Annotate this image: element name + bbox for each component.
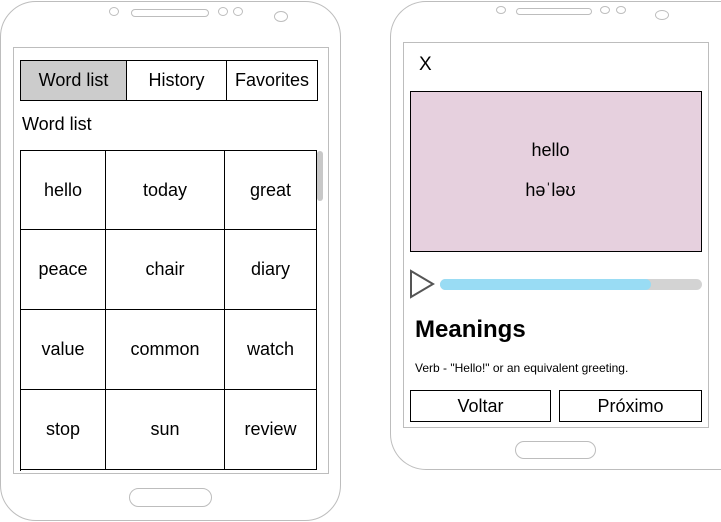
audio-progress-track[interactable] <box>440 279 702 290</box>
right-phone-speaker <box>516 8 592 15</box>
meanings-heading: Meanings <box>415 316 526 343</box>
left-phone-camera <box>233 7 243 16</box>
left-phone-speaker <box>131 9 209 17</box>
right-phone-sensor <box>496 6 506 14</box>
word-cell[interactable]: stop <box>21 390 106 470</box>
section-title: Word list <box>22 114 92 134</box>
word-grid: hello today great peace chair diary valu… <box>20 150 317 471</box>
word-list-scrollbar[interactable] <box>317 151 323 201</box>
meaning-text: Verb - "Hello!" or an equivalent greetin… <box>415 361 629 375</box>
word-cell[interactable]: great <box>225 151 317 230</box>
tab-history[interactable]: History <box>127 61 227 100</box>
tab-word-list[interactable]: Word list <box>21 61 127 100</box>
word-cell[interactable]: sun <box>106 390 225 470</box>
word-cell[interactable]: diary <box>225 230 317 310</box>
right-phone-home-button[interactable] <box>515 441 596 459</box>
right-phone-camera <box>616 6 626 14</box>
word-cell[interactable]: today <box>106 151 225 230</box>
left-phone-camera-small <box>218 7 228 16</box>
left-phone-home-button[interactable] <box>129 488 212 507</box>
word-cell[interactable]: watch <box>225 310 317 390</box>
tab-favorites-label: Favorites <box>234 70 310 90</box>
word-cell[interactable]: peace <box>21 230 106 310</box>
word-cell[interactable]: value <box>21 310 106 390</box>
word-cell[interactable]: hello <box>21 151 106 230</box>
right-phone-screen: X hello həˈləʊ Meanings Verb - "Hello!" … <box>403 42 709 428</box>
left-phone-screen: Word list History Favorites Word list he… <box>13 47 329 474</box>
back-button[interactable]: Voltar <box>410 390 551 422</box>
tab-history-label: History <box>148 70 205 90</box>
right-phone-camera-small <box>600 6 610 14</box>
word-cell[interactable]: chair <box>106 230 225 310</box>
word-card: hello həˈləʊ <box>410 91 702 252</box>
card-word: hello <box>531 140 570 160</box>
word-cell[interactable]: review <box>225 390 317 470</box>
close-button[interactable]: X <box>419 54 432 76</box>
tab-bar: Word list History Favorites <box>20 60 318 101</box>
left-phone-sensor <box>109 7 119 16</box>
left-phone-front-camera <box>274 11 288 22</box>
tab-word-list-label: Word list <box>38 70 109 90</box>
card-pronunciation: həˈləʊ <box>525 180 576 200</box>
word-cell[interactable]: common <box>106 310 225 390</box>
tab-favorites[interactable]: Favorites <box>227 61 317 100</box>
right-phone-front-camera <box>655 10 669 20</box>
audio-progress-fill <box>440 279 651 290</box>
play-icon[interactable] <box>409 269 435 299</box>
next-button[interactable]: Próximo <box>559 390 702 422</box>
